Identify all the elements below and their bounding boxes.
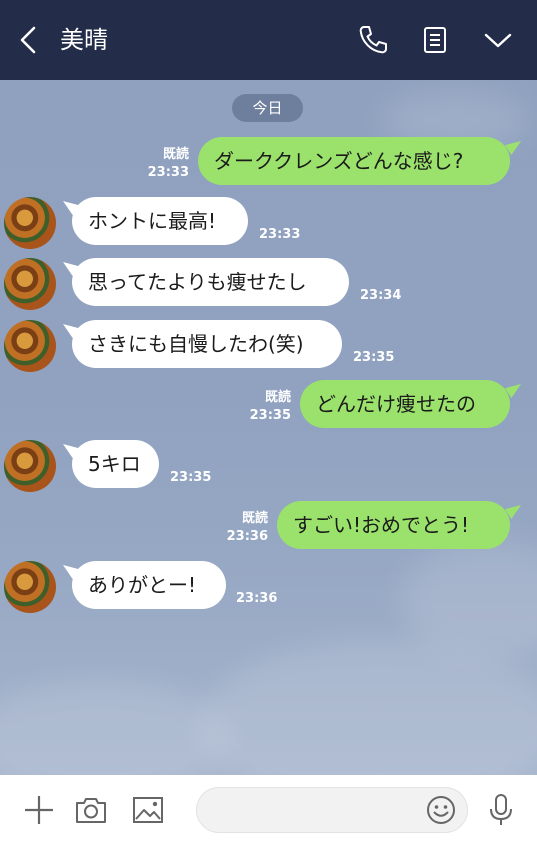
microphone-icon[interactable] <box>483 792 519 828</box>
phone-icon[interactable] <box>355 22 391 58</box>
back-icon[interactable] <box>14 22 46 58</box>
avatar[interactable] <box>4 197 56 249</box>
chevron-down-icon[interactable] <box>480 22 516 58</box>
incoming-bubble[interactable]: ありがとー! <box>72 561 226 609</box>
message-time: 23:33 <box>259 227 301 242</box>
date-chip: 今日 <box>232 94 303 122</box>
incoming-bubble[interactable]: さきにも自慢したわ(笑) <box>72 320 342 368</box>
incoming-bubble[interactable]: 5キロ <box>72 440 159 488</box>
plus-icon[interactable] <box>21 792 57 828</box>
image-icon[interactable] <box>130 792 166 828</box>
message-time: 23:35 <box>249 408 291 423</box>
message-time: 23:35 <box>170 470 212 485</box>
input-bar <box>0 775 537 845</box>
incoming-bubble[interactable]: ホントに最高! <box>72 197 248 245</box>
message-time: 23:35 <box>353 350 395 365</box>
chat-area[interactable]: 今日 既読 23:33 ダーククレンズどんな感じ? ホントに最高! 23:33 … <box>0 80 537 775</box>
chat-title: 美晴 <box>60 26 108 54</box>
avatar[interactable] <box>4 561 56 613</box>
outgoing-bubble[interactable]: すごい!おめでとう! <box>277 501 510 549</box>
message-time: 23:34 <box>360 288 402 303</box>
incoming-bubble[interactable]: 思ってたよりも痩せたし <box>72 258 349 306</box>
message-time: 23:36 <box>236 591 278 606</box>
message-time: 23:33 <box>147 165 189 180</box>
avatar[interactable] <box>4 320 56 372</box>
smile-icon[interactable] <box>425 794 457 826</box>
outgoing-bubble[interactable]: ダーククレンズどんな感じ? <box>198 137 510 185</box>
notes-icon[interactable] <box>417 22 453 58</box>
message-time: 23:36 <box>226 529 268 544</box>
read-receipt: 既読 <box>162 147 189 162</box>
background-cloud <box>200 640 537 775</box>
message-input[interactable] <box>196 787 468 833</box>
outgoing-bubble[interactable]: どんだけ痩せたの <box>300 380 510 428</box>
read-receipt: 既読 <box>241 511 268 526</box>
avatar[interactable] <box>4 440 56 492</box>
chat-header: 美晴 <box>0 0 537 80</box>
avatar[interactable] <box>4 258 56 310</box>
read-receipt: 既読 <box>264 390 291 405</box>
camera-icon[interactable] <box>73 792 109 828</box>
background-cloud <box>0 680 230 775</box>
